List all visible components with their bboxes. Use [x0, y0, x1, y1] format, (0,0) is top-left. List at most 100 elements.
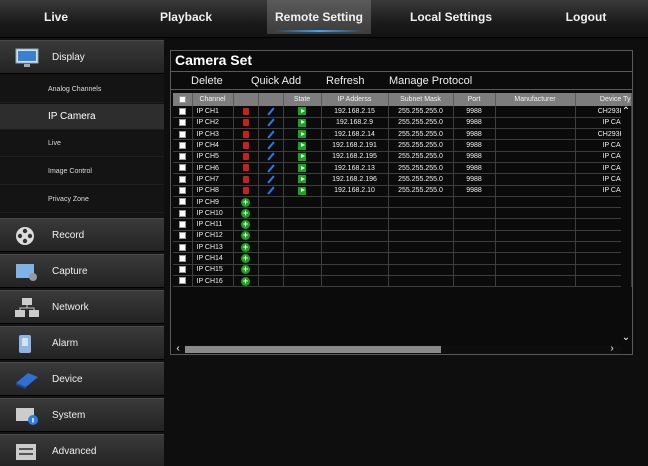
trash-icon[interactable] [242, 153, 249, 161]
add-cell[interactable]: + [233, 241, 259, 254]
sidebar-item-analog-channels[interactable]: Analog Channels [0, 77, 164, 103]
chevron-up-icon[interactable]: ⌃ [621, 107, 631, 117]
delete-cell[interactable] [233, 151, 259, 163]
pencil-icon[interactable] [266, 175, 275, 184]
pencil-icon[interactable] [266, 107, 275, 116]
table-row[interactable]: IP CH7 192.168.2.196 255.255.255.0 9988 IP C… [173, 173, 632, 186]
row-checkbox[interactable] [178, 119, 186, 127]
delete-cell[interactable] [233, 173, 259, 186]
row-select-cell[interactable] [173, 196, 193, 209]
row-select-cell[interactable] [173, 252, 193, 265]
row-select-cell[interactable] [173, 230, 193, 243]
table-row[interactable]: IP CH15 + [173, 264, 632, 276]
add-icon[interactable]: + [241, 231, 250, 241]
add-cell[interactable]: + [233, 196, 259, 209]
row-checkbox[interactable] [178, 266, 186, 274]
row-checkbox[interactable] [178, 198, 186, 206]
edit-cell[interactable] [258, 151, 284, 163]
row-select-cell[interactable] [173, 241, 193, 254]
table-row[interactable]: IP CH1 192.168.2.15 255.255.255.0 9988 CH293… [173, 106, 632, 118]
sidebar-item-alarm[interactable]: Alarm [0, 326, 164, 360]
table-row[interactable]: IP CH13 + [173, 241, 632, 254]
row-select-cell[interactable] [173, 185, 193, 197]
row-select-cell[interactable] [173, 128, 193, 141]
table-row[interactable]: IP CH12 + [173, 230, 632, 243]
delete-cell[interactable] [233, 117, 259, 130]
edit-cell[interactable] [258, 139, 284, 152]
table-row[interactable]: IP CH9 + [173, 196, 632, 209]
tab-local-settings[interactable]: Local Settings [395, 0, 507, 34]
delete-cell[interactable] [233, 185, 259, 197]
sidebar-item-image-control[interactable]: Image Control [0, 159, 164, 185]
row-select-cell[interactable] [173, 275, 193, 288]
sidebar-item-display[interactable]: Display [0, 40, 164, 74]
row-checkbox[interactable] [178, 243, 186, 251]
row-select-cell[interactable] [173, 264, 193, 276]
delete-cell[interactable] [233, 162, 259, 175]
row-select-cell[interactable] [173, 151, 193, 163]
add-cell[interactable]: + [233, 275, 259, 288]
row-select-cell[interactable] [173, 162, 193, 175]
pencil-icon[interactable] [266, 164, 275, 173]
add-cell[interactable]: + [233, 264, 259, 276]
chevron-right-icon[interactable]: › [607, 344, 617, 354]
table-row[interactable]: IP CH8 192.168.2.10 255.255.255.0 9988 IP CA… [173, 185, 632, 197]
row-checkbox[interactable] [178, 254, 186, 262]
table-row[interactable]: IP CH4 192.168.2.191 255.255.255.0 9988 IP C… [173, 139, 632, 152]
pencil-icon[interactable] [266, 152, 275, 161]
row-checkbox[interactable] [178, 220, 186, 228]
delete-cell[interactable] [233, 139, 259, 152]
row-select-cell[interactable] [173, 117, 193, 130]
delete-button[interactable]: Delete [191, 72, 223, 90]
add-icon[interactable]: + [241, 220, 250, 230]
add-cell[interactable]: + [233, 218, 259, 231]
delete-cell[interactable] [233, 106, 259, 118]
table-row[interactable]: IP CH2 192.168.2.9 255.255.255.0 9988 IP CAM [173, 117, 632, 130]
edit-cell[interactable] [258, 117, 284, 130]
table-row[interactable]: IP CH5 192.168.2.195 255.255.255.0 9988 IP C… [173, 151, 632, 163]
row-select-cell[interactable] [173, 173, 193, 186]
edit-cell[interactable] [258, 162, 284, 175]
table-row[interactable]: IP CH16 + [173, 275, 632, 288]
pencil-icon[interactable] [266, 130, 275, 139]
row-checkbox[interactable] [178, 164, 186, 172]
add-cell[interactable]: + [233, 207, 259, 220]
pencil-icon[interactable] [266, 118, 275, 128]
chevron-down-icon[interactable]: ⌄ [621, 333, 631, 343]
row-checkbox[interactable] [178, 277, 186, 285]
tab-logout[interactable]: Logout [530, 0, 642, 34]
sidebar-item-privacy-zone[interactable]: Privacy Zone [0, 187, 164, 213]
row-checkbox[interactable] [178, 107, 186, 115]
add-icon[interactable]: + [241, 208, 250, 218]
sidebar-item-capture[interactable]: Capture [0, 254, 164, 288]
sidebar-item-live[interactable]: Live [0, 131, 164, 157]
row-checkbox[interactable] [178, 209, 186, 217]
trash-icon[interactable] [242, 119, 249, 127]
table-row[interactable]: IP CH6 192.168.2.13 255.255.255.0 9988 IP CA… [173, 162, 632, 175]
sidebar-item-system[interactable]: System [0, 398, 164, 432]
select-all-column[interactable] [173, 93, 193, 106]
scrollbar-thumb[interactable] [185, 346, 441, 353]
trash-icon[interactable] [242, 141, 249, 149]
table-row[interactable]: IP CH10 + [173, 207, 632, 220]
edit-cell[interactable] [258, 128, 284, 141]
sidebar-item-network[interactable]: Network [0, 290, 164, 324]
quick-add-button[interactable]: Quick Add [251, 72, 301, 90]
row-select-cell[interactable] [173, 207, 193, 220]
add-cell[interactable]: + [233, 252, 259, 265]
row-checkbox[interactable] [178, 175, 186, 183]
delete-cell[interactable] [233, 128, 259, 141]
add-icon[interactable]: + [241, 265, 250, 275]
row-checkbox[interactable] [178, 153, 186, 161]
sidebar-item-record[interactable]: Record [0, 218, 164, 252]
edit-cell[interactable] [258, 185, 284, 197]
tab-remote-setting[interactable]: Remote Setting [267, 0, 371, 34]
row-checkbox[interactable] [178, 130, 186, 138]
sidebar-item-advanced[interactable]: Advanced [0, 434, 164, 466]
trash-icon[interactable] [242, 107, 249, 115]
tab-live[interactable]: Live [0, 0, 112, 34]
tab-playback[interactable]: Playback [130, 0, 242, 34]
chevron-left-icon[interactable]: ‹ [173, 344, 183, 354]
pencil-icon[interactable] [266, 186, 275, 195]
row-select-cell[interactable] [173, 218, 193, 231]
